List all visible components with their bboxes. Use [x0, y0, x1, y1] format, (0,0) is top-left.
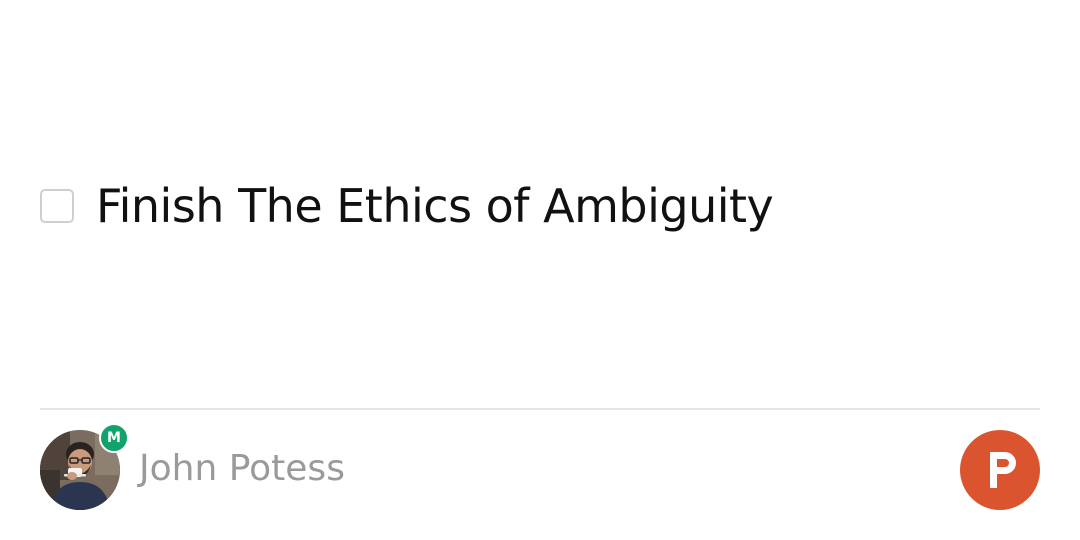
user-avatar-container[interactable]: M [40, 423, 129, 510]
task-footer: M John Potess [40, 423, 1040, 510]
logo-glyph [990, 452, 1016, 488]
task-title: Finish The Ethics of Ambiguity [96, 179, 774, 233]
user-badge: M [99, 423, 129, 453]
user-name[interactable]: John Potess [139, 444, 345, 494]
task-checkbox[interactable] [40, 189, 74, 223]
divider [40, 408, 1040, 410]
product-hunt-logo-icon[interactable] [960, 430, 1040, 510]
task-card: Finish The Ethics of Ambiguity M John Po… [0, 0, 1080, 540]
task-item: Finish The Ethics of Ambiguity [40, 176, 774, 236]
